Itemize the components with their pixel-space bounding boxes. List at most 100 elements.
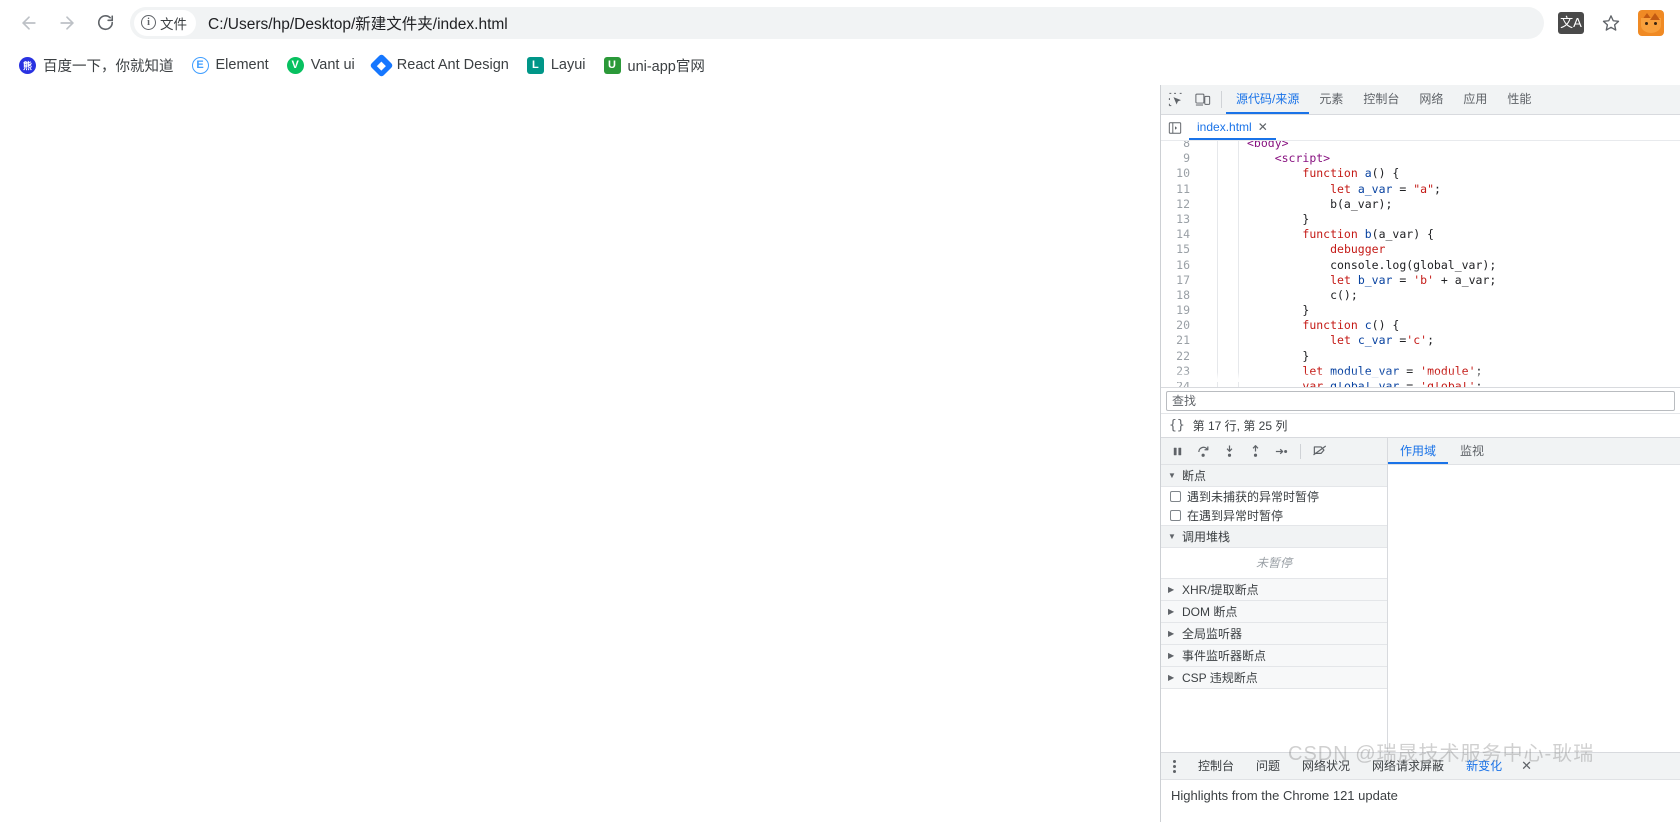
- code-line[interactable]: 17 let b_var = 'b' + a_var;: [1161, 272, 1680, 288]
- tab-sources[interactable]: 源代码/来源: [1226, 85, 1310, 114]
- code-line[interactable]: 12 b(a_var);: [1161, 196, 1680, 212]
- inspect-element-icon[interactable]: [1161, 85, 1189, 114]
- line-number[interactable]: 13: [1161, 212, 1197, 227]
- tab-console[interactable]: 控制台: [1353, 85, 1409, 114]
- fold-gutter: [1197, 227, 1218, 243]
- code-line[interactable]: 11 let a_var = "a";: [1161, 181, 1680, 197]
- translate-button[interactable]: 文A: [1552, 4, 1590, 42]
- code-line[interactable]: 18 c();: [1161, 287, 1680, 304]
- site-security-chip[interactable]: i 文件: [134, 9, 196, 36]
- section-global-listeners[interactable]: ▶ 全局监听器: [1161, 623, 1387, 645]
- search-input[interactable]: [1166, 390, 1675, 411]
- checkbox[interactable]: [1170, 491, 1181, 502]
- debugger-toolbar: [1161, 438, 1387, 465]
- pause-resume-icon[interactable]: [1165, 440, 1189, 462]
- close-icon[interactable]: ✕: [1513, 753, 1540, 779]
- line-number[interactable]: 10: [1161, 166, 1197, 181]
- back-button[interactable]: [10, 4, 48, 42]
- bookmark-button[interactable]: [1592, 4, 1630, 42]
- close-icon[interactable]: ✕: [1258, 120, 1268, 134]
- code-line[interactable]: 21 let c_var ='c';: [1161, 333, 1680, 349]
- line-number[interactable]: 17: [1161, 273, 1197, 288]
- code-line[interactable]: 14 function b(a_var) {: [1161, 227, 1680, 243]
- section-call-stack[interactable]: ▼ 调用堆栈: [1161, 526, 1387, 548]
- device-toolbar-icon[interactable]: [1189, 85, 1217, 114]
- code-editor[interactable]: 8 <body> 9 <script> 10 function a() {11 let…: [1161, 141, 1680, 387]
- code-line[interactable]: 16 console.log(global_var);: [1161, 257, 1680, 273]
- line-number[interactable]: 11: [1161, 182, 1197, 197]
- code-line[interactable]: 23 let module_var = 'module';: [1161, 363, 1680, 379]
- line-number[interactable]: 9: [1161, 151, 1197, 166]
- step-over-icon[interactable]: [1191, 440, 1215, 462]
- tab-watch[interactable]: 监视: [1448, 438, 1496, 464]
- inline-gutter: [1218, 151, 1239, 167]
- bookmark-element[interactable]: E Element: [183, 52, 278, 79]
- tab-label: 新变化: [1466, 758, 1503, 773]
- code-line[interactable]: 8 <body>: [1161, 141, 1680, 152]
- code-line[interactable]: 22 }: [1161, 348, 1680, 364]
- code-line[interactable]: 24 var global_var = 'global';: [1161, 379, 1680, 387]
- code-line[interactable]: 19 }: [1161, 303, 1680, 319]
- line-number[interactable]: 20: [1161, 318, 1197, 333]
- step-out-icon[interactable]: [1243, 440, 1267, 462]
- tab-scope[interactable]: 作用域: [1388, 438, 1449, 464]
- pretty-print-icon[interactable]: {}: [1169, 418, 1185, 433]
- code-line[interactable]: 13 }: [1161, 211, 1680, 228]
- tab-application[interactable]: 应用: [1453, 85, 1497, 114]
- fold-gutter: [1197, 379, 1218, 387]
- line-number[interactable]: 18: [1161, 288, 1197, 303]
- line-number[interactable]: 21: [1161, 333, 1197, 348]
- line-number[interactable]: 22: [1161, 349, 1197, 364]
- line-number[interactable]: 19: [1161, 303, 1197, 318]
- profile-button[interactable]: [1632, 4, 1670, 42]
- tab-elements[interactable]: 元素: [1309, 85, 1353, 114]
- section-csp-violation-breakpoints[interactable]: ▶ CSP 违规断点: [1161, 667, 1387, 689]
- code-text: console.log(global_var);: [1247, 257, 1497, 272]
- drawer-tab-whats-new[interactable]: 新变化: [1455, 753, 1513, 779]
- address-bar-url[interactable]: C:/Users/hp/Desktop/新建文件夹/index.html: [208, 12, 508, 34]
- section-event-listener-breakpoints[interactable]: ▶ 事件监听器断点: [1161, 645, 1387, 667]
- tab-performance[interactable]: 性能: [1497, 85, 1541, 114]
- bookmark-react-ant-design[interactable]: ◆ React Ant Design: [364, 52, 518, 79]
- line-number[interactable]: 12: [1161, 197, 1197, 212]
- tab-label: 网络状况: [1302, 758, 1351, 773]
- forward-button[interactable]: [48, 4, 86, 42]
- drawer-tab-network-conditions[interactable]: 网络状况: [1291, 753, 1361, 779]
- line-number[interactable]: 23: [1161, 364, 1197, 379]
- line-number[interactable]: 16: [1161, 258, 1197, 273]
- code-line[interactable]: 9 <script>: [1161, 151, 1680, 167]
- code-line[interactable]: 15 debugger: [1161, 242, 1680, 258]
- pause-uncaught-exceptions-row[interactable]: 遇到未捕获的异常时暂停: [1161, 487, 1387, 506]
- line-number[interactable]: 15: [1161, 242, 1197, 257]
- drawer-tab-issues[interactable]: 问题: [1245, 753, 1291, 779]
- file-tab-index-html[interactable]: index.html ✕: [1189, 115, 1276, 140]
- show-navigator-icon[interactable]: [1161, 121, 1189, 135]
- fold-gutter: [1197, 242, 1218, 258]
- tab-network[interactable]: 网络: [1409, 85, 1453, 114]
- line-number[interactable]: 8: [1161, 141, 1197, 151]
- drawer-tab-network-request-blocking[interactable]: 网络请求屏蔽: [1361, 753, 1455, 779]
- reload-button[interactable]: [86, 4, 124, 42]
- step-into-icon[interactable]: [1217, 440, 1241, 462]
- section-dom-breakpoints[interactable]: ▶ DOM 断点: [1161, 601, 1387, 623]
- bookmark-label: uni-app官网: [627, 58, 705, 75]
- section-breakpoints[interactable]: ▼ 断点: [1161, 465, 1387, 487]
- drawer-tab-console[interactable]: 控制台: [1187, 753, 1245, 779]
- pause-exceptions-row[interactable]: 在遇到异常时暂停: [1161, 506, 1387, 525]
- editor-find-bar: [1161, 387, 1680, 413]
- address-bar[interactable]: i 文件 C:/Users/hp/Desktop/新建文件夹/index.htm…: [130, 6, 1544, 39]
- section-xhr-breakpoints[interactable]: ▶ XHR/提取断点: [1161, 579, 1387, 601]
- checkbox[interactable]: [1170, 510, 1181, 521]
- bookmark-vant[interactable]: V Vant ui: [278, 52, 364, 79]
- more-options-icon[interactable]: [1161, 753, 1187, 779]
- line-number[interactable]: 14: [1161, 227, 1197, 242]
- bookmark-uniapp[interactable]: U uni-app官网: [595, 50, 714, 81]
- line-number[interactable]: 24: [1161, 379, 1197, 387]
- step-icon[interactable]: [1269, 440, 1293, 462]
- code-line[interactable]: 20 function c() {: [1161, 318, 1680, 334]
- bookmark-baidu[interactable]: 百度一下，你就知道: [10, 50, 183, 81]
- devtools-tabbar: 源代码/来源 元素 控制台 网络 应用 性能: [1161, 85, 1680, 115]
- code-line[interactable]: 10 function a() {: [1161, 166, 1680, 182]
- deactivate-breakpoints-icon[interactable]: [1308, 440, 1332, 462]
- bookmark-layui[interactable]: L Layui: [518, 52, 595, 79]
